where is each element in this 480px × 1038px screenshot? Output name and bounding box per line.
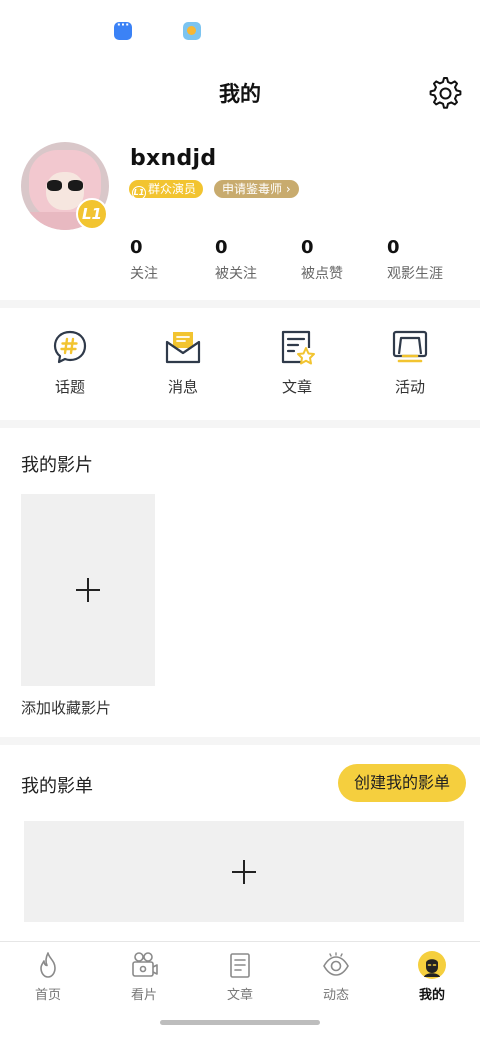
home-indicator: [160, 1020, 320, 1025]
hashtag-bubble-icon: [53, 330, 87, 364]
stat-likes[interactable]: 0 被点赞: [301, 237, 343, 283]
add-list-tile[interactable]: [24, 821, 464, 922]
tab-home[interactable]: 首页: [0, 950, 96, 1003]
tab-mine[interactable]: 我的: [384, 950, 480, 1003]
stat-label: 关注: [130, 266, 158, 282]
tab-watch[interactable]: 看片: [96, 950, 192, 1003]
create-list-button[interactable]: 创建我的影单: [338, 764, 466, 802]
apply-critic-tag[interactable]: 申请鉴毒师 ›: [214, 180, 299, 198]
add-film-caption: 添加收藏影片: [21, 699, 112, 717]
page-title: 我的: [219, 82, 261, 106]
document-icon: [230, 953, 250, 978]
section-divider: [0, 420, 480, 428]
plus-icon: [232, 860, 256, 884]
level-badge: L1: [76, 198, 108, 230]
stat-value: 0: [301, 237, 314, 258]
gear-icon: [429, 77, 462, 109]
status-bar: [0, 0, 480, 60]
tab-articles[interactable]: 文章: [192, 950, 288, 1003]
username: bxndjd: [130, 146, 217, 171]
header: 我的: [0, 66, 480, 118]
document-star-icon: [281, 330, 315, 365]
tab-label: 看片: [130, 988, 157, 1003]
plus-icon: [76, 578, 100, 602]
my-films-title: 我的影片: [21, 455, 93, 476]
stat-label: 被点赞: [301, 266, 343, 282]
tab-label: 我的: [418, 988, 445, 1003]
quick-label: 消息: [167, 378, 198, 396]
quick-event-button[interactable]: 活动: [370, 328, 450, 397]
quick-topic-button[interactable]: 话题: [30, 328, 110, 397]
stat-watch-career[interactable]: 0 观影生涯: [387, 237, 443, 283]
tab-label: 首页: [34, 988, 61, 1003]
stat-label: 观影生涯: [387, 266, 443, 282]
settings-button[interactable]: [424, 72, 464, 112]
quick-message-button[interactable]: 消息: [143, 328, 223, 397]
quick-label: 话题: [54, 378, 85, 396]
quick-label: 文章: [281, 378, 312, 396]
quick-article-button[interactable]: 文章: [257, 328, 337, 397]
my-lists-title: 我的影单: [21, 776, 93, 797]
weather-app-icon: [183, 22, 201, 40]
tab-label: 动态: [322, 988, 349, 1003]
eye-icon: [323, 952, 349, 976]
message-app-icon: [114, 18, 132, 40]
stat-following[interactable]: 0 关注: [130, 237, 158, 283]
stat-followers[interactable]: 0 被关注: [215, 237, 257, 283]
profile-face-icon: [418, 951, 446, 979]
tab-label: 文章: [226, 988, 253, 1003]
add-film-tile[interactable]: [21, 494, 155, 686]
tab-feed[interactable]: 动态: [288, 950, 384, 1003]
envelope-icon: [165, 332, 201, 364]
section-divider: [0, 737, 480, 745]
event-icon: [392, 330, 428, 363]
stat-value: 0: [215, 237, 228, 258]
level-mini-icon: L1: [132, 186, 146, 200]
stat-label: 被关注: [215, 266, 257, 282]
level-tag-label: 群众演员: [148, 182, 197, 196]
profile-section: L1 bxndjd L1 群众演员 申请鉴毒师 › 0 关注 0 被关注 0 被点…: [0, 130, 480, 300]
stat-value: 0: [130, 237, 143, 258]
flame-icon: [40, 952, 56, 978]
quick-label: 活动: [394, 378, 425, 396]
quick-actions: 话题 消息 文章 活动: [0, 308, 480, 420]
film-camera-icon: [132, 952, 158, 977]
level-tag[interactable]: L1 群众演员: [129, 180, 204, 200]
stat-value: 0: [387, 237, 400, 258]
section-divider: [0, 300, 480, 308]
